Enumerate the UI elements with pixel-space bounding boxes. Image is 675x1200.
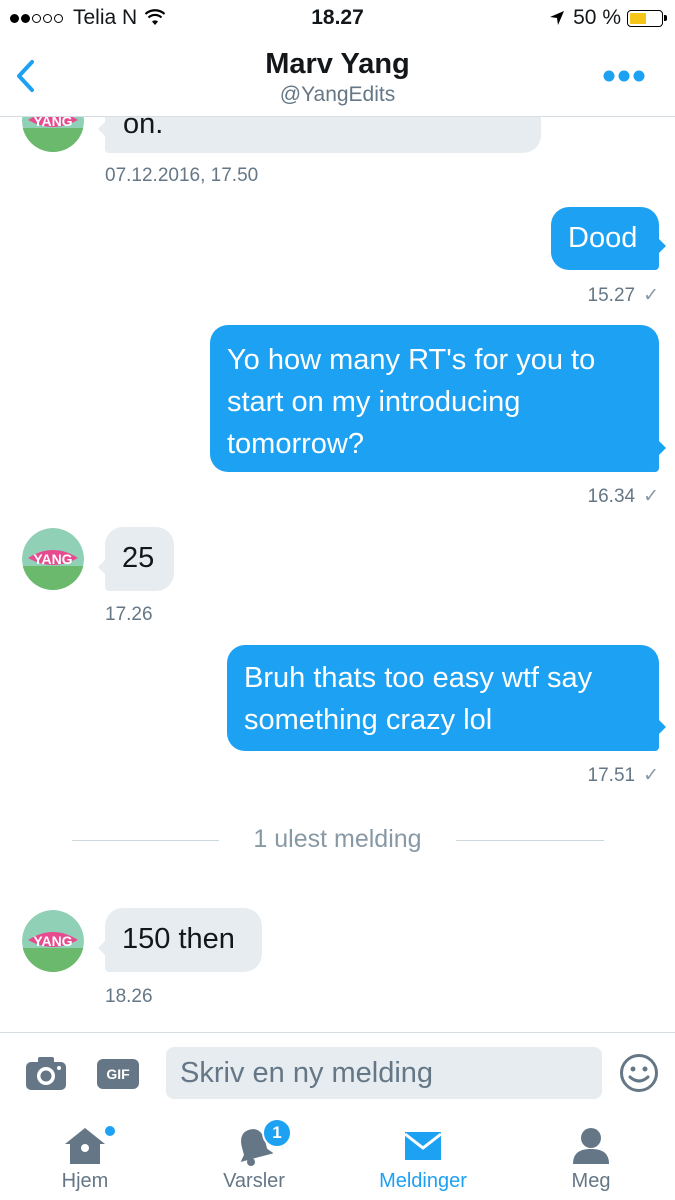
message-line: start on my introducing [227, 386, 521, 418]
message-text: 25 [122, 542, 155, 574]
home-icon [65, 1128, 105, 1164]
tab-label: Hjem [61, 1170, 109, 1192]
message-input[interactable]: Skriv en ny melding [166, 1047, 602, 1099]
avatar-logo-text: YANG [33, 933, 72, 949]
status-right: 50 % [549, 6, 667, 30]
unread-divider-label: 1 ulest melding [253, 825, 422, 853]
tab-home[interactable]: Hjem [10, 1112, 160, 1200]
avatar[interactable]: YANG [22, 910, 84, 972]
person-icon [573, 1128, 609, 1164]
tab-label: Meg [571, 1170, 611, 1192]
contact-handle[interactable]: @YangEdits [0, 83, 675, 107]
more-options-icon[interactable] [603, 70, 645, 82]
battery-percent: 50 % [573, 6, 621, 29]
message-thread[interactable]: YANG on. 07.12.2016, 17.50 Dood 15.27 ✓ Y… [0, 117, 675, 1032]
sent-check-icon: ✓ [643, 486, 659, 507]
emoji-icon[interactable] [619, 1053, 659, 1093]
message-text: Dood [568, 222, 638, 254]
location-arrow-icon [550, 11, 565, 25]
sent-check-icon: ✓ [643, 765, 659, 786]
avatar-logo-text: YANG [33, 117, 72, 129]
unread-divider: 1 ulest melding [0, 825, 675, 855]
message-time: 16.34 [587, 486, 636, 507]
message-bubble-incoming[interactable]: 25 [98, 527, 174, 591]
message-bubble-outgoing[interactable]: Bruh thats too easy wtf say something cr… [227, 645, 666, 751]
message-timestamp: 18.26 [105, 986, 153, 1007]
status-bar: Telia N 18.27 50 % [0, 0, 675, 38]
gif-button[interactable]: GIF [97, 1059, 139, 1089]
tab-label: Varsler [223, 1170, 285, 1192]
avatar[interactable]: YANG [22, 117, 84, 152]
battery-icon [627, 9, 667, 27]
message-line: Bruh thats too easy wtf say [244, 662, 593, 694]
message-time: 17.51 [587, 765, 636, 786]
tab-label: Meldinger [379, 1170, 467, 1192]
camera-icon[interactable] [25, 1055, 67, 1091]
message-composer: GIF Skriv en ny melding [0, 1032, 675, 1113]
message-bubble-incoming[interactable]: 150 then [98, 908, 262, 972]
tab-profile[interactable]: Meg [516, 1112, 666, 1200]
message-line: Yo how many RT's for you to [227, 344, 596, 376]
message-bubble-outgoing[interactable]: Yo how many RT's for you to start on my … [210, 325, 666, 472]
contact-name[interactable]: Marv Yang [0, 48, 675, 81]
message-line: something crazy lol [244, 704, 493, 736]
message-line: tomorrow? [227, 428, 364, 460]
tab-bar: Hjem Varsler Meldinger Meg [0, 1112, 675, 1200]
envelope-icon [404, 1132, 442, 1160]
message-timestamp: 15.27 ✓ [459, 284, 659, 307]
avatar-logo-text: YANG [33, 551, 72, 567]
message-timestamp: 07.12.2016, 17.50 [105, 165, 259, 186]
conversation-header: Marv Yang @YangEdits [0, 38, 675, 117]
message-bubble-outgoing[interactable]: Dood [551, 207, 666, 270]
home-new-content-dot [105, 1126, 115, 1136]
message-time: 15.27 [587, 285, 636, 306]
message-timestamp: 17.51 ✓ [459, 764, 659, 787]
message-timestamp: 16.34 ✓ [459, 485, 659, 508]
message-text: 150 then [122, 923, 235, 955]
tab-messages[interactable]: Meldinger [348, 1112, 498, 1200]
message-bubble-incoming[interactable]: on. [98, 117, 541, 153]
notifications-badge: 1 [262, 1118, 292, 1148]
sent-check-icon: ✓ [643, 285, 659, 306]
message-text: on. [123, 117, 164, 140]
avatar[interactable]: YANG [22, 528, 84, 590]
tab-notifications[interactable]: Varsler [179, 1112, 329, 1200]
message-timestamp: 17.26 [105, 604, 153, 625]
